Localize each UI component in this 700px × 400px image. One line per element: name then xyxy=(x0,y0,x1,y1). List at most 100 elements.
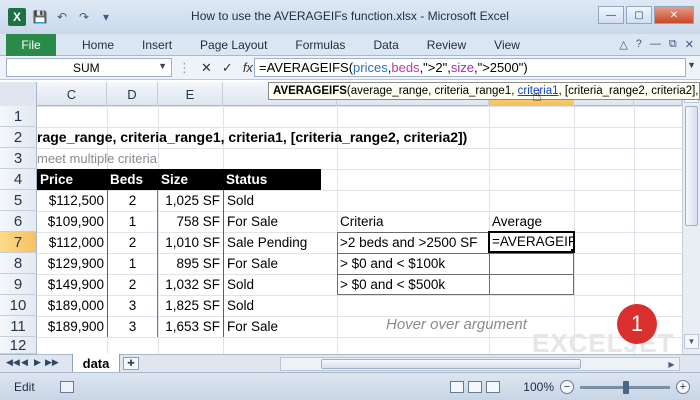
scroll-down-icon[interactable]: ▼ xyxy=(684,334,699,349)
vertical-scrollbar[interactable]: ▲ ▼ xyxy=(682,82,700,354)
doc-close-icon[interactable]: ✕ xyxy=(685,38,694,51)
size-cell[interactable]: 895 SF xyxy=(158,253,223,274)
column-header-e[interactable]: E xyxy=(158,82,223,106)
formula-input[interactable]: =AVERAGEIFS(prices,beds,">2",size,">2500… xyxy=(254,58,686,77)
row-header-1[interactable]: 1 xyxy=(0,106,37,127)
minimize-icon[interactable]: — xyxy=(598,6,624,24)
criteria-cell[interactable]: > $0 and < $100k xyxy=(337,253,489,274)
status-cell[interactable]: For Sale xyxy=(223,211,337,232)
normal-view-icon[interactable] xyxy=(450,381,464,393)
status-bar: Edit 100% − + xyxy=(0,372,700,400)
beds-cell[interactable]: 3 xyxy=(107,316,158,337)
macro-record-icon[interactable] xyxy=(60,381,74,393)
doc-restore-icon[interactable]: ⧉ xyxy=(669,38,677,51)
select-all-corner[interactable] xyxy=(0,82,37,106)
price-cell[interactable]: $129,900 xyxy=(37,253,107,274)
name-box-dropdown-icon[interactable]: ▼ xyxy=(158,61,167,71)
horizontal-scrollbar[interactable]: ▶ xyxy=(280,357,680,371)
row-header-12[interactable]: 12 xyxy=(0,337,37,354)
criteria-cell[interactable]: >2 beds and >2500 SF xyxy=(337,232,489,253)
file-tab[interactable]: File xyxy=(6,34,56,56)
row-header-7[interactable]: 7 xyxy=(0,232,37,253)
column-header-c[interactable]: C xyxy=(37,82,107,106)
page-layout-view-icon[interactable] xyxy=(468,381,482,393)
size-cell[interactable]: 758 SF xyxy=(158,211,223,232)
row-header-4[interactable]: 4 xyxy=(0,169,37,190)
syntax-text: rage_range, criteria_range1, criteria1, … xyxy=(37,129,468,145)
zoom-slider[interactable] xyxy=(580,380,670,394)
next-sheet-icon[interactable]: ▶ xyxy=(32,357,43,368)
size-cell[interactable]: 1,010 SF xyxy=(158,232,223,253)
tab-insert[interactable]: Insert xyxy=(142,38,172,52)
size-cell[interactable]: 1,825 SF xyxy=(158,295,223,316)
price-cell[interactable]: $112,500 xyxy=(37,190,107,211)
beds-cell[interactable]: 2 xyxy=(107,190,158,211)
cell-area[interactable]: rage_range, criteria_range1, criteria1, … xyxy=(37,106,682,354)
vertical-scroll-thumb[interactable] xyxy=(685,106,698,226)
tab-view[interactable]: View xyxy=(494,38,520,52)
row-header-2[interactable]: 2 xyxy=(0,127,37,148)
insert-sheet-icon[interactable]: ✚ xyxy=(123,357,139,370)
last-sheet-icon[interactable]: ▶▶ xyxy=(45,357,59,368)
zoom-level[interactable]: 100% xyxy=(523,380,554,394)
tooltip-function-name[interactable]: AVERAGEIFS xyxy=(273,85,347,97)
row-header-11[interactable]: 11 xyxy=(0,316,37,337)
name-box[interactable]: SUM ▼ xyxy=(6,58,172,77)
row-header-10[interactable]: 10 xyxy=(0,295,37,316)
row-header-9[interactable]: 9 xyxy=(0,274,37,295)
beds-cell[interactable]: 2 xyxy=(107,232,158,253)
status-cell[interactable]: Sold xyxy=(223,190,337,211)
expand-formula-bar-icon[interactable]: ▼ xyxy=(687,60,696,70)
tab-review[interactable]: Review xyxy=(427,38,466,52)
row-header-3[interactable]: 3 xyxy=(0,148,37,169)
status-mode: Edit xyxy=(14,380,35,394)
size-cell[interactable]: 1,025 SF xyxy=(158,190,223,211)
cancel-icon[interactable]: ✕ xyxy=(201,60,212,76)
tab-page-layout[interactable]: Page Layout xyxy=(200,38,267,52)
row-header-8[interactable]: 8 xyxy=(0,253,37,274)
beds-cell[interactable]: 1 xyxy=(107,211,158,232)
close-icon[interactable]: ✕ xyxy=(654,6,694,24)
doc-minimize-icon[interactable]: — xyxy=(650,38,661,51)
sheet-nav: ◀◀ ◀ ▶ ▶▶ xyxy=(6,357,59,368)
scroll-right-icon[interactable]: ▶ xyxy=(665,358,678,370)
criteria-cell[interactable]: > $0 and < $500k xyxy=(337,274,489,295)
beds-cell[interactable]: 2 xyxy=(107,274,158,295)
zoom-in-icon[interactable]: + xyxy=(676,380,690,394)
zoom-out-icon[interactable]: − xyxy=(560,380,574,394)
zoom-slider-knob[interactable] xyxy=(623,380,629,394)
status-cell[interactable]: For Sale xyxy=(223,316,337,337)
page-break-view-icon[interactable] xyxy=(486,381,500,393)
row-header-5[interactable]: 5 xyxy=(0,190,37,211)
tab-formulas[interactable]: Formulas xyxy=(295,38,345,52)
column-header-d[interactable]: D xyxy=(107,82,158,106)
worksheet-grid: C D E F G H I J 1 2 3 4 5 6 7 8 9 10 11 … xyxy=(0,82,682,354)
price-cell[interactable]: $109,900 xyxy=(37,211,107,232)
price-cell[interactable]: $189,000 xyxy=(37,295,107,316)
price-cell[interactable]: $112,000 xyxy=(37,232,107,253)
tab-home[interactable]: Home xyxy=(82,38,114,52)
sheet-tab-data[interactable]: data xyxy=(72,354,120,373)
header-size: Size xyxy=(158,169,223,190)
status-cell[interactable]: Sale Pending xyxy=(223,232,337,253)
status-cell[interactable]: For Sale xyxy=(223,253,337,274)
insert-function-icon[interactable]: fx xyxy=(243,60,253,76)
first-sheet-icon[interactable]: ◀◀ xyxy=(6,357,20,368)
size-cell[interactable]: 1,032 SF xyxy=(158,274,223,295)
horizontal-scroll-thumb[interactable] xyxy=(321,359,581,369)
status-cell[interactable]: Sold xyxy=(223,295,337,316)
tab-data[interactable]: Data xyxy=(373,38,398,52)
enter-icon[interactable]: ✓ xyxy=(222,60,233,76)
active-cell[interactable]: =AVERAGEIF xyxy=(488,231,575,253)
size-cell[interactable]: 1,653 SF xyxy=(158,316,223,337)
status-cell[interactable]: Sold xyxy=(223,274,337,295)
price-cell[interactable]: $189,900 xyxy=(37,316,107,337)
row-header-6[interactable]: 6 xyxy=(0,211,37,232)
maximize-icon[interactable]: ▢ xyxy=(626,6,652,24)
beds-cell[interactable]: 3 xyxy=(107,295,158,316)
prev-sheet-icon[interactable]: ◀ xyxy=(19,357,30,368)
help-icon[interactable]: ? xyxy=(636,38,642,51)
beds-cell[interactable]: 1 xyxy=(107,253,158,274)
price-cell[interactable]: $149,900 xyxy=(37,274,107,295)
minimize-ribbon-icon[interactable]: △ xyxy=(619,38,627,51)
